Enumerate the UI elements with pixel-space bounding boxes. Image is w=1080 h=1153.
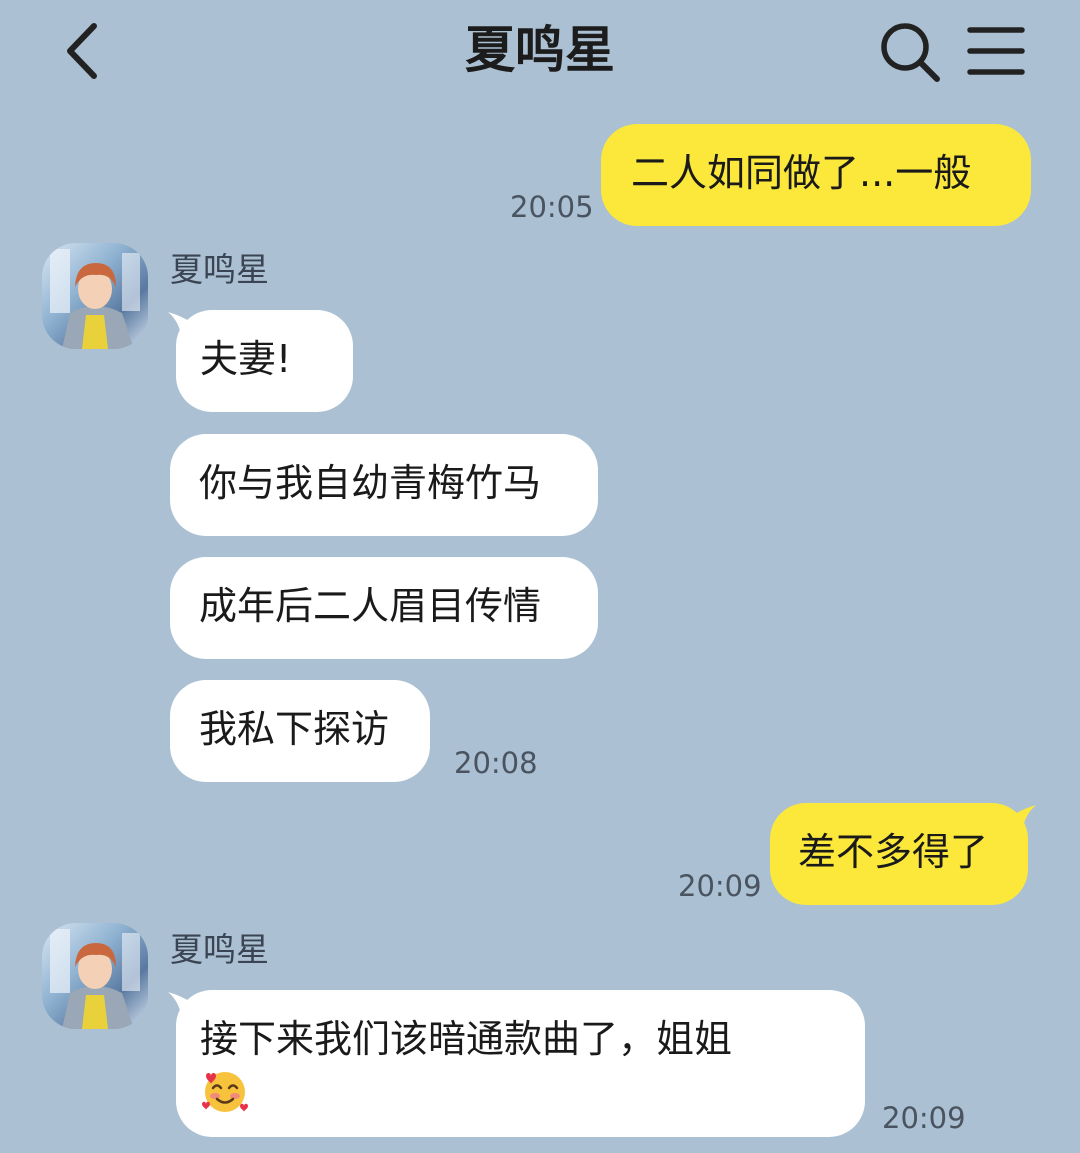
message-bubble-outgoing[interactable]: 差不多得了	[770, 803, 1028, 905]
message-time: 20:09	[678, 869, 762, 903]
avatar-image	[50, 249, 140, 349]
avatar-image	[50, 929, 140, 1029]
message-text: 二人如同做了...一般	[631, 151, 972, 195]
message-bubble-incoming[interactable]: 成年后二人眉目传情	[170, 557, 598, 659]
search-icon[interactable]	[878, 20, 942, 84]
message-text: 接下来我们该暗通款曲了，姐姐	[200, 1017, 733, 1061]
message-time: 20:05	[510, 190, 594, 224]
chat-header: 夏鸣星	[0, 0, 1080, 104]
message-text: 成年后二人眉目传情	[199, 584, 542, 628]
message-bubble-incoming[interactable]: 你与我自幼青梅竹马	[170, 434, 598, 536]
message-time: 20:09	[882, 1101, 966, 1135]
message-time: 20:08	[454, 746, 538, 780]
sender-name: 夏鸣星	[170, 250, 269, 289]
message-bubble-incoming[interactable]: 我私下探访	[170, 680, 430, 782]
avatar[interactable]	[42, 243, 148, 349]
message-text: 夫妻!	[200, 337, 292, 381]
message-text: 差不多得了	[798, 830, 989, 874]
message-bubble-incoming[interactable]: 接下来我们该暗通款曲了，姐姐	[176, 990, 865, 1137]
avatar[interactable]	[42, 923, 148, 1029]
message-text: 我私下探访	[199, 707, 390, 751]
message-bubble-outgoing[interactable]: 二人如同做了...一般	[601, 124, 1031, 226]
sender-name: 夏鸣星	[170, 930, 269, 969]
message-text: 你与我自幼青梅竹马	[199, 461, 542, 505]
message-bubble-incoming[interactable]: 夫妻!	[176, 310, 353, 412]
bubble-tail	[1010, 805, 1036, 833]
smiling-face-with-hearts-icon	[202, 1072, 248, 1112]
menu-icon[interactable]	[966, 24, 1026, 78]
